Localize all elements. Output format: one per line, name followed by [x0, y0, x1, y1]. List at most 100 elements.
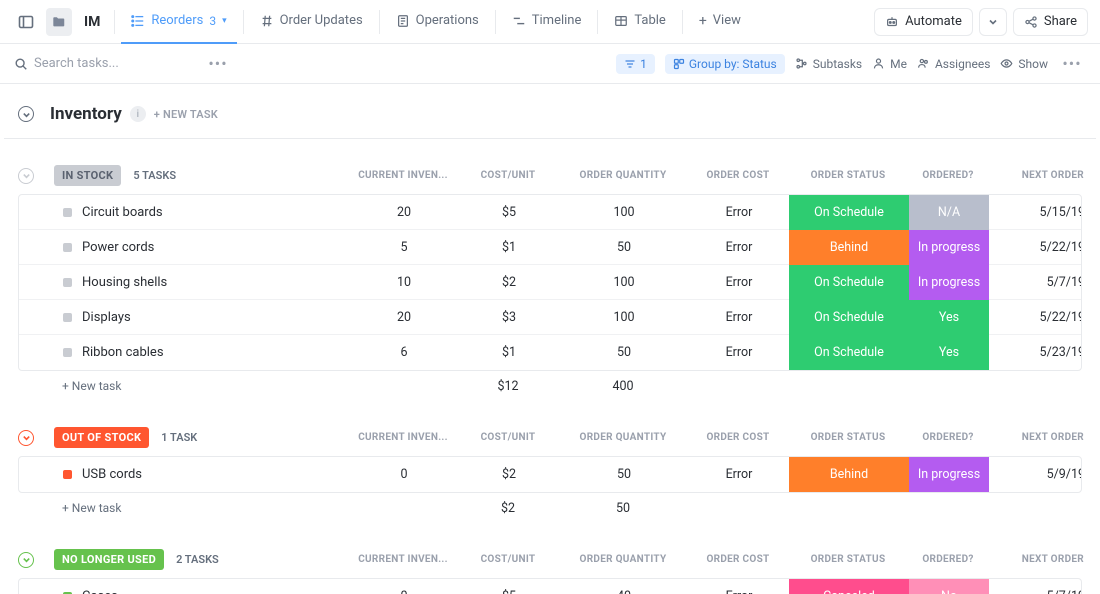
cell-order-cost[interactable]: Error: [689, 589, 789, 594]
table-row[interactable]: USB cords 0 $2 50 Error Behind In progre…: [19, 457, 1081, 492]
new-task-button[interactable]: + New task: [18, 501, 348, 515]
cell-order-cost[interactable]: Error: [689, 310, 789, 325]
task-name[interactable]: Housing shells: [82, 275, 167, 290]
table-row[interactable]: Cases 0 $5 40 Error Canceled No 5/7/19: [19, 579, 1081, 594]
cell-inventory[interactable]: 5: [349, 240, 459, 255]
task-name[interactable]: Cases: [82, 589, 118, 594]
col-head[interactable]: CURRENT INVEN...: [348, 170, 458, 181]
cell-inventory[interactable]: 20: [349, 205, 459, 220]
col-head[interactable]: ORDERED?: [908, 432, 988, 443]
table-row[interactable]: Displays 20 $3 100 Error On Schedule Yes…: [19, 300, 1081, 335]
col-head[interactable]: ORDER STATUS: [788, 170, 908, 181]
cell-qty[interactable]: 100: [559, 275, 689, 290]
task-name[interactable]: Ribbon cables: [82, 345, 164, 360]
subtasks-toggle[interactable]: Subtasks: [795, 57, 862, 71]
cell-inventory[interactable]: 6: [349, 345, 459, 360]
automate-button[interactable]: Automate: [874, 8, 973, 36]
cell-qty[interactable]: 100: [559, 205, 689, 220]
cell-next-order[interactable]: 5/9/19: [989, 467, 1082, 482]
cell-next-order[interactable]: 5/22/19: [989, 240, 1082, 255]
cell-qty[interactable]: 40: [559, 589, 689, 594]
cell-qty[interactable]: 50: [559, 240, 689, 255]
task-name[interactable]: USB cords: [82, 467, 142, 482]
tab-timeline[interactable]: Timeline: [502, 0, 592, 44]
cell-next-order[interactable]: 5/15/19: [989, 205, 1082, 220]
ordered-pill[interactable]: No: [909, 579, 989, 594]
col-head[interactable]: ORDER STATUS: [788, 432, 908, 443]
cell-qty[interactable]: 50: [559, 345, 689, 360]
table-row[interactable]: Power cords 5 $1 50 Error Behind In prog…: [19, 230, 1081, 265]
col-head[interactable]: COST/UNIT: [458, 170, 558, 181]
cell-qty[interactable]: 50: [559, 467, 689, 482]
status-pill[interactable]: On Schedule: [789, 300, 909, 335]
col-head[interactable]: COST/UNIT: [458, 554, 558, 565]
cell-inventory[interactable]: 0: [349, 467, 459, 482]
col-head[interactable]: CURRENT INVEN...: [348, 554, 458, 565]
cell-cost-unit[interactable]: $2: [459, 275, 559, 290]
info-icon[interactable]: i: [130, 106, 146, 122]
table-row[interactable]: Circuit boards 20 $5 100 Error On Schedu…: [19, 195, 1081, 230]
more-toolbar-icon[interactable]: •••: [1058, 50, 1086, 78]
status-square-icon[interactable]: [63, 470, 72, 479]
status-pill[interactable]: Canceled: [789, 579, 909, 594]
collapse-sidebar-icon[interactable]: [12, 8, 40, 36]
col-head[interactable]: NEXT ORDER: [988, 432, 1088, 443]
status-chip[interactable]: NO LONGER USED: [54, 549, 164, 570]
cell-inventory[interactable]: 10: [349, 275, 459, 290]
ordered-pill[interactable]: N/A: [909, 195, 989, 230]
status-square-icon[interactable]: [63, 313, 72, 322]
table-row[interactable]: Housing shells 10 $2 100 Error On Schedu…: [19, 265, 1081, 300]
automate-dropdown[interactable]: [979, 8, 1007, 36]
search-input[interactable]: [34, 56, 174, 71]
new-task-button[interactable]: + NEW TASK: [154, 108, 218, 121]
filter-count-pill[interactable]: 1: [616, 54, 655, 74]
cell-next-order[interactable]: 5/23/19: [989, 345, 1082, 360]
cell-order-cost[interactable]: Error: [689, 275, 789, 290]
share-button[interactable]: Share: [1013, 8, 1088, 36]
task-name[interactable]: Circuit boards: [82, 205, 163, 220]
status-chip[interactable]: IN STOCK: [54, 165, 121, 186]
status-square-icon[interactable]: [63, 243, 72, 252]
ordered-pill[interactable]: In progress: [909, 265, 989, 300]
task-name[interactable]: Displays: [82, 310, 131, 325]
status-chip[interactable]: OUT OF STOCK: [54, 427, 149, 448]
tab-reorders[interactable]: Reorders 3 ▾: [121, 0, 236, 44]
tab-operations[interactable]: Operations: [386, 0, 489, 44]
col-head[interactable]: ORDER COST: [688, 554, 788, 565]
col-head[interactable]: COST/UNIT: [458, 432, 558, 443]
table-row[interactable]: Ribbon cables 6 $1 50 Error On Schedule …: [19, 335, 1081, 370]
collapse-list-icon[interactable]: [18, 106, 34, 122]
cell-qty[interactable]: 100: [559, 310, 689, 325]
ordered-pill[interactable]: In progress: [909, 457, 989, 492]
cell-inventory[interactable]: 0: [349, 589, 459, 594]
col-head[interactable]: ORDERED?: [908, 554, 988, 565]
cell-order-cost[interactable]: Error: [689, 240, 789, 255]
cell-order-cost[interactable]: Error: [689, 467, 789, 482]
collapse-group-icon[interactable]: [18, 552, 34, 568]
col-head[interactable]: ORDER QUANTITY: [558, 432, 688, 443]
col-head[interactable]: NEXT ORDER: [988, 170, 1088, 181]
cell-order-cost[interactable]: Error: [689, 205, 789, 220]
col-head[interactable]: ORDER COST: [688, 170, 788, 181]
add-view[interactable]: + View: [689, 0, 751, 44]
collapse-group-icon[interactable]: [18, 168, 34, 184]
show-toggle[interactable]: Show: [1000, 57, 1048, 71]
col-head[interactable]: ORDER STATUS: [788, 554, 908, 565]
collapse-group-icon[interactable]: [18, 430, 34, 446]
ordered-pill[interactable]: Yes: [909, 335, 989, 370]
status-pill[interactable]: On Schedule: [789, 195, 909, 230]
group-by-pill[interactable]: Group by: Status: [665, 54, 785, 74]
tab-table[interactable]: Table: [604, 0, 675, 44]
me-toggle[interactable]: Me: [872, 57, 907, 71]
col-head[interactable]: CURRENT INVEN...: [348, 432, 458, 443]
ordered-pill[interactable]: Yes: [909, 300, 989, 335]
col-head[interactable]: ORDER COST: [688, 432, 788, 443]
cell-cost-unit[interactable]: $1: [459, 345, 559, 360]
col-head[interactable]: ORDER QUANTITY: [558, 170, 688, 181]
status-square-icon[interactable]: [63, 278, 72, 287]
status-pill[interactable]: On Schedule: [789, 265, 909, 300]
cell-next-order[interactable]: 5/7/19: [989, 275, 1082, 290]
cell-cost-unit[interactable]: $1: [459, 240, 559, 255]
status-square-icon[interactable]: [63, 348, 72, 357]
folder-chip[interactable]: [46, 8, 72, 36]
